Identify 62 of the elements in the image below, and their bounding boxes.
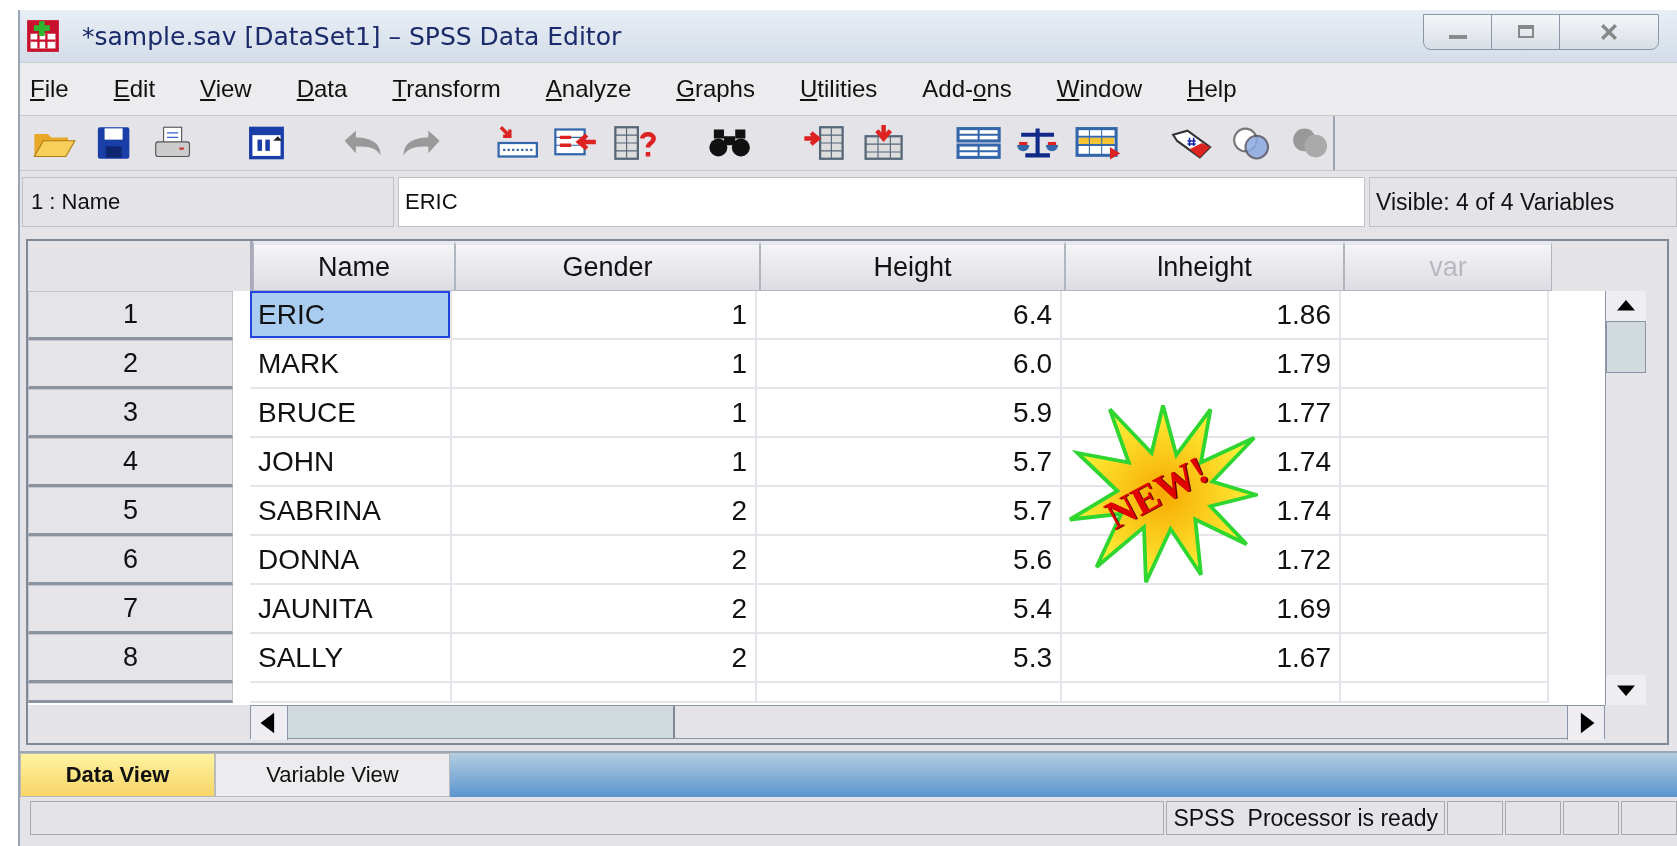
table-cell[interactable]: ERIC	[250, 291, 450, 338]
table-cell[interactable]: 2	[731, 641, 747, 674]
table-cell[interactable]: 5.6	[1013, 543, 1052, 576]
table-cell[interactable]: JAUNITA	[250, 585, 450, 632]
cell-name-field: 1 : Name	[22, 177, 394, 227]
table-cell[interactable]: 5.9	[1013, 396, 1052, 429]
table-cell[interactable]: 1	[731, 347, 747, 380]
column-header[interactable]: Gender	[455, 241, 760, 291]
table-cell[interactable]: MARK	[250, 340, 450, 387]
table-cell[interactable]: 1.74	[1276, 445, 1331, 478]
table-cell[interactable]: 6.4	[1013, 298, 1052, 331]
column-header[interactable]: Name	[253, 241, 455, 291]
table-cell[interactable]: BRUCE	[250, 389, 450, 436]
row-header[interactable]: 2	[28, 340, 233, 389]
view-tab[interactable]: Data View	[20, 753, 215, 797]
table-cell[interactable]: 6.0	[1013, 347, 1052, 380]
menu-item[interactable]: Data	[296, 75, 348, 103]
menu-item[interactable]: Utilities	[799, 75, 878, 103]
table-cell[interactable]: 1	[731, 396, 747, 429]
table-cell[interactable]: 2	[731, 592, 747, 625]
column-header[interactable]: lnheight	[1065, 241, 1344, 291]
cell-value-field[interactable]: ERIC	[398, 177, 1365, 227]
row-header[interactable]: 4	[28, 438, 233, 487]
menu-item[interactable]: Add-ons	[922, 75, 1012, 103]
table-cell[interactable]: JOHN	[250, 438, 450, 485]
menu-item[interactable]: Analyze	[545, 75, 632, 103]
menu-item[interactable]: Edit	[113, 75, 156, 103]
table-cell[interactable]: 1	[731, 445, 747, 478]
row-header[interactable]: 6	[28, 536, 233, 585]
window-title: *sample.sav [DataSet1] – SPSS Data Editor	[82, 21, 623, 51]
table-cell[interactable]: 2	[731, 543, 747, 576]
table-cell[interactable]: 5.3	[1013, 641, 1052, 674]
table-cell[interactable]: 1.72	[1276, 543, 1331, 576]
row-header[interactable]: 8	[28, 634, 233, 683]
menu-item[interactable]: View	[200, 75, 252, 103]
table-cell[interactable]: SALLY	[250, 634, 450, 681]
table-cell[interactable]: 5.4	[1013, 592, 1052, 625]
table-cell[interactable]: DONNA	[250, 536, 450, 583]
table-cell[interactable]: SABRINA	[250, 487, 450, 534]
visible-variables-label: Visible: 4 of 4 Variables	[1369, 177, 1677, 227]
table-cell[interactable]: 1.69	[1276, 592, 1331, 625]
status-message: SPSS Processor is ready	[1166, 801, 1445, 835]
row-header[interactable]: 1	[28, 291, 233, 340]
table-cell[interactable]: 5.7	[1013, 445, 1052, 478]
menu-item[interactable]: Help	[1187, 75, 1237, 103]
menu-item[interactable]: Window	[1056, 75, 1143, 103]
row-header[interactable]: 3	[28, 389, 233, 438]
menu-item[interactable]: Transform	[392, 75, 501, 103]
row-header[interactable]: 7	[28, 585, 233, 634]
table-cell[interactable]: 5.7	[1013, 494, 1052, 527]
table-cell[interactable]: 1.77	[1276, 396, 1331, 429]
column-header[interactable]: Height	[760, 241, 1065, 291]
table-cell[interactable]: 1	[731, 298, 747, 331]
table-cell[interactable]: 1.86	[1276, 298, 1331, 331]
menu-item[interactable]: Graphs	[676, 75, 755, 103]
table-cell[interactable]: 1.74	[1276, 494, 1331, 527]
view-tab[interactable]: Variable View	[215, 753, 450, 797]
table-cell[interactable]: 1.67	[1276, 641, 1331, 674]
table-cell[interactable]: 2	[731, 494, 747, 527]
menu-item[interactable]: File	[30, 75, 69, 103]
row-header[interactable]: 5	[28, 487, 233, 536]
table-cell[interactable]: 1.79	[1276, 347, 1331, 380]
